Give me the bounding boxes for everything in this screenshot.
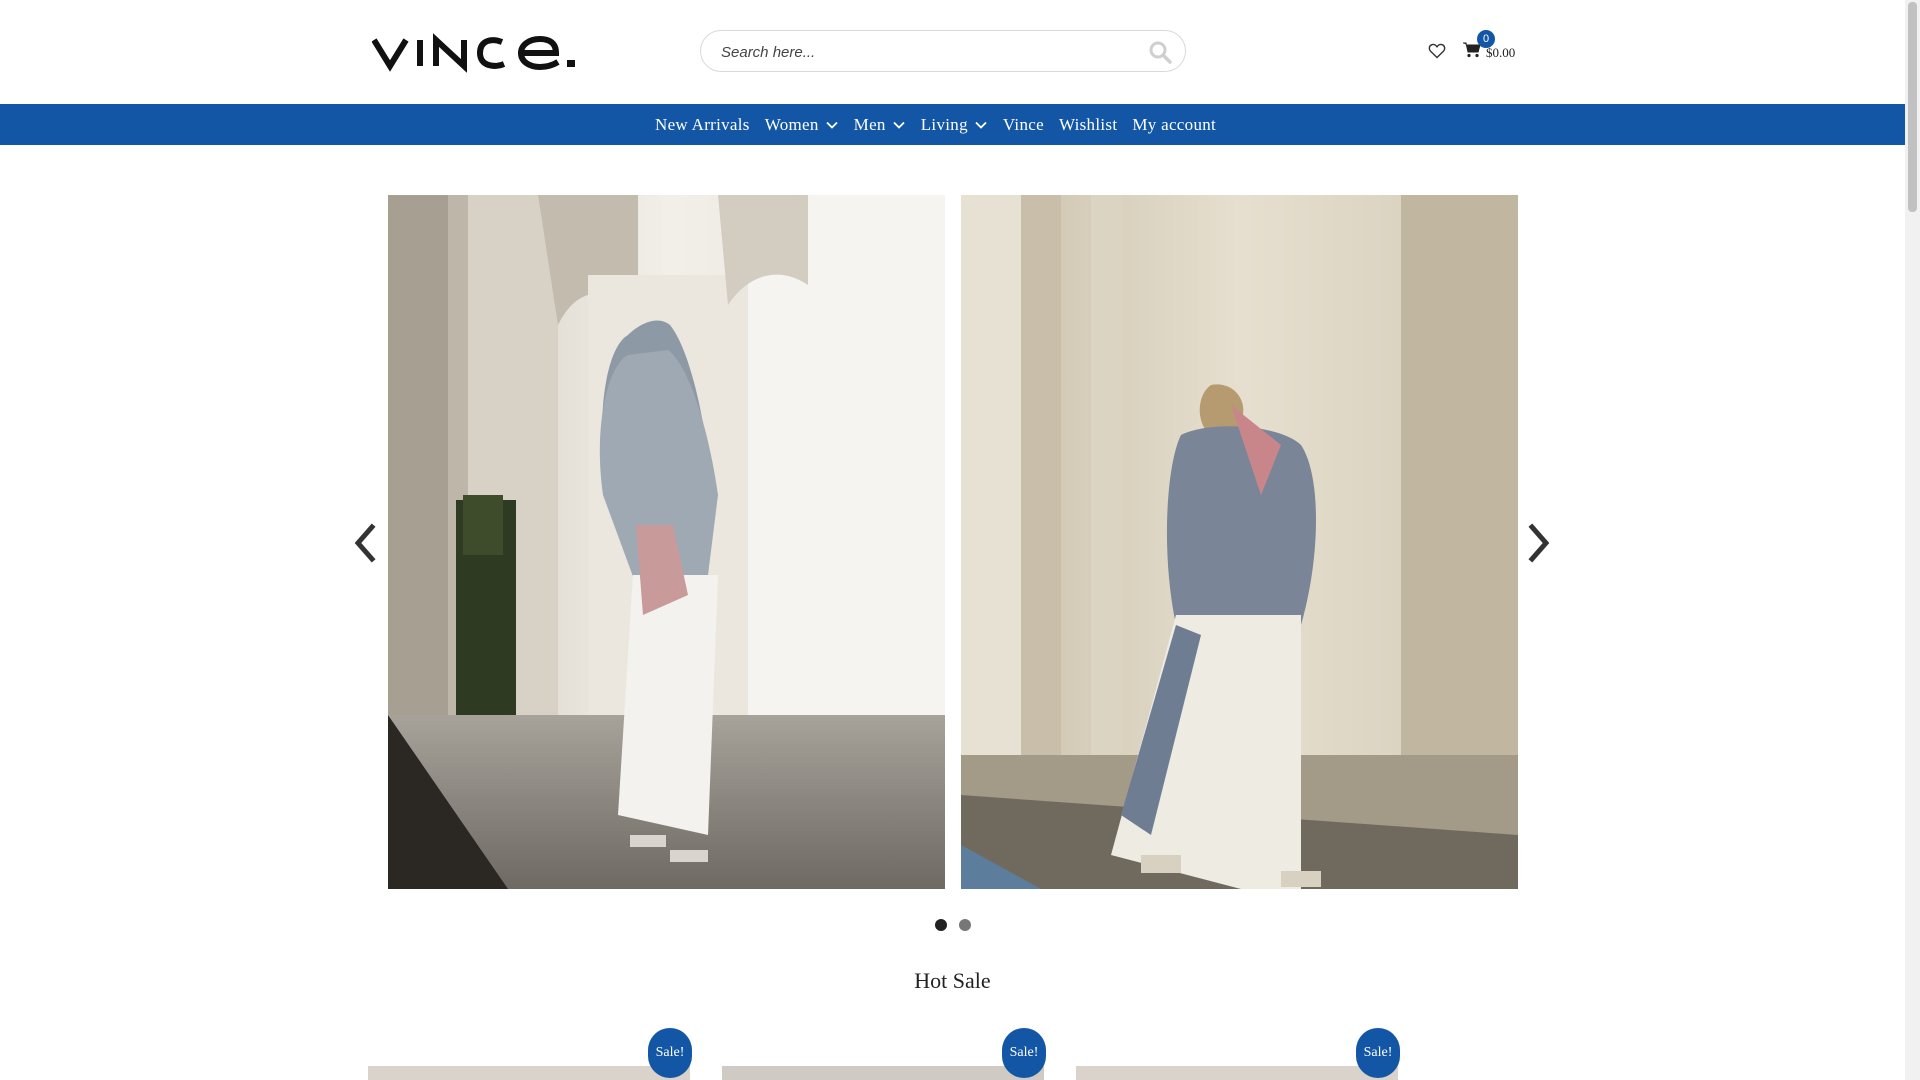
nav-item-living[interactable]: Living [921, 115, 988, 135]
vince-logo[interactable] [372, 28, 584, 74]
sale-badge: Sale! [648, 1028, 692, 1078]
main-navigation: New Arrivals Women Men Living Vince Wish… [0, 104, 1905, 145]
page-scrollbar[interactable] [1905, 0, 1920, 1080]
search-input[interactable] [719, 38, 1123, 66]
chevron-down-icon [893, 121, 905, 129]
nav-item-women[interactable]: Women [765, 115, 839, 135]
nav-menu: New Arrivals Women Men Living Vince Wish… [655, 104, 1231, 145]
site-header: 0 $0.00 [0, 0, 1905, 104]
chevron-down-icon [826, 121, 838, 129]
sale-badge: Sale! [1002, 1028, 1046, 1078]
page: 0 $0.00 New Arrivals Women Men Living Vi… [0, 0, 1905, 1080]
product-image[interactable] [722, 1066, 1044, 1080]
hero-photo-woman-headscarf [388, 195, 945, 889]
product-card[interactable]: Sale! [722, 1028, 1046, 1080]
slide-image-left[interactable] [388, 195, 945, 889]
hero-slider [350, 195, 1556, 935]
nav-item-label: My account [1132, 114, 1217, 134]
slider-next-arrow-icon[interactable] [1524, 521, 1554, 565]
nav-item-new-arrivals[interactable]: New Arrivals [655, 115, 750, 135]
slider-dot-1[interactable] [935, 919, 947, 931]
scrollbar-thumb[interactable] [1908, 2, 1917, 212]
wishlist-heart-icon[interactable] [1428, 42, 1446, 60]
slider-pagination [935, 919, 975, 931]
slider-dot-2[interactable] [959, 919, 971, 931]
nav-item-label: New Arrivals [655, 114, 750, 134]
hero-photo-woman-walking [961, 195, 1518, 889]
slide-image-right[interactable] [961, 195, 1518, 889]
nav-item-wishlist[interactable]: Wishlist [1059, 115, 1117, 135]
nav-item-label: Men [853, 114, 886, 134]
product-card[interactable]: Sale! [1076, 1028, 1400, 1080]
nav-item-label: Living [920, 114, 968, 134]
product-image[interactable] [1076, 1066, 1398, 1080]
slider-prev-arrow-icon[interactable] [350, 521, 380, 565]
cart-total: $0.00 [1486, 45, 1516, 60]
product-image[interactable] [368, 1066, 690, 1080]
search-box [700, 30, 1186, 72]
hot-sale-heading: Hot Sale [914, 968, 991, 993]
sale-badge: Sale! [1356, 1028, 1400, 1078]
mini-cart[interactable]: 0 $0.00 [1460, 28, 1522, 64]
nav-item-label: Vince [1002, 114, 1044, 134]
product-card[interactable]: Sale! [368, 1028, 692, 1080]
nav-item-label: Wishlist [1058, 114, 1118, 134]
chevron-down-icon [975, 121, 987, 129]
nav-item-men[interactable]: Men [854, 115, 906, 135]
nav-item-vince[interactable]: Vince [1003, 115, 1044, 135]
nav-item-my-account[interactable]: My account [1132, 115, 1216, 135]
nav-item-label: Women [764, 114, 819, 134]
search-icon[interactable] [1147, 39, 1173, 65]
